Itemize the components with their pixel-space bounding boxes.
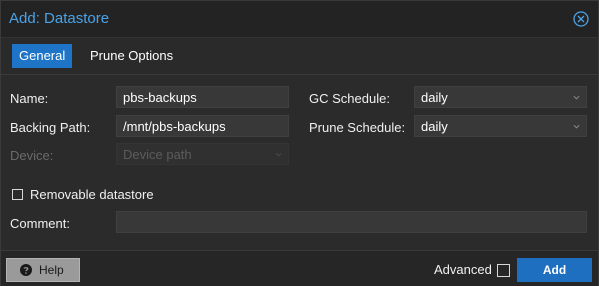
backing-path-input[interactable]: /mnt/pbs-backups <box>116 115 289 137</box>
gc-schedule-label: GC Schedule: <box>309 91 390 106</box>
tab-general[interactable]: General <box>12 44 73 68</box>
advanced-label[interactable]: Advanced <box>434 262 492 277</box>
tab-bar: General Prune Options <box>1 38 598 75</box>
comment-label: Comment: <box>10 216 70 231</box>
close-icon[interactable] <box>573 11 589 27</box>
tab-prune-options[interactable]: Prune Options <box>83 44 180 68</box>
question-circle-icon <box>20 264 32 276</box>
chevron-down-icon[interactable] <box>573 94 580 101</box>
advanced-checkbox[interactable] <box>497 264 510 277</box>
add-button[interactable]: Add <box>517 258 592 282</box>
help-button-label: Help <box>39 263 64 277</box>
dialog-title: Add: Datastore <box>9 10 110 27</box>
removable-datastore-label[interactable]: Removable datastore <box>30 187 154 202</box>
backing-path-label: Backing Path: <box>10 120 91 135</box>
removable-datastore-checkbox[interactable] <box>12 189 23 200</box>
dialog-footer: Help Advanced Add <box>1 250 598 286</box>
name-label: Name: <box>10 91 49 106</box>
gc-schedule-select[interactable]: daily <box>414 86 587 108</box>
gc-schedule-value: daily <box>421 90 448 105</box>
dialog-titlebar: Add: Datastore <box>1 1 598 38</box>
add-datastore-dialog: Add: Datastore General Prune Options Nam… <box>0 0 599 286</box>
prune-schedule-select[interactable]: daily <box>414 115 587 137</box>
help-button[interactable]: Help <box>6 258 80 282</box>
comment-input[interactable] <box>116 211 587 233</box>
chevron-down-icon[interactable] <box>573 123 580 130</box>
device-label: Device: <box>10 148 54 163</box>
prune-schedule-value: daily <box>421 119 448 134</box>
general-panel: Name: pbs-backups Backing Path: /mnt/pbs… <box>1 75 598 249</box>
device-combobox: Device path <box>116 143 289 165</box>
prune-schedule-label: Prune Schedule: <box>309 120 406 135</box>
chevron-down-icon <box>275 152 282 157</box>
name-input[interactable]: pbs-backups <box>116 86 289 108</box>
device-placeholder: Device path <box>123 147 192 162</box>
